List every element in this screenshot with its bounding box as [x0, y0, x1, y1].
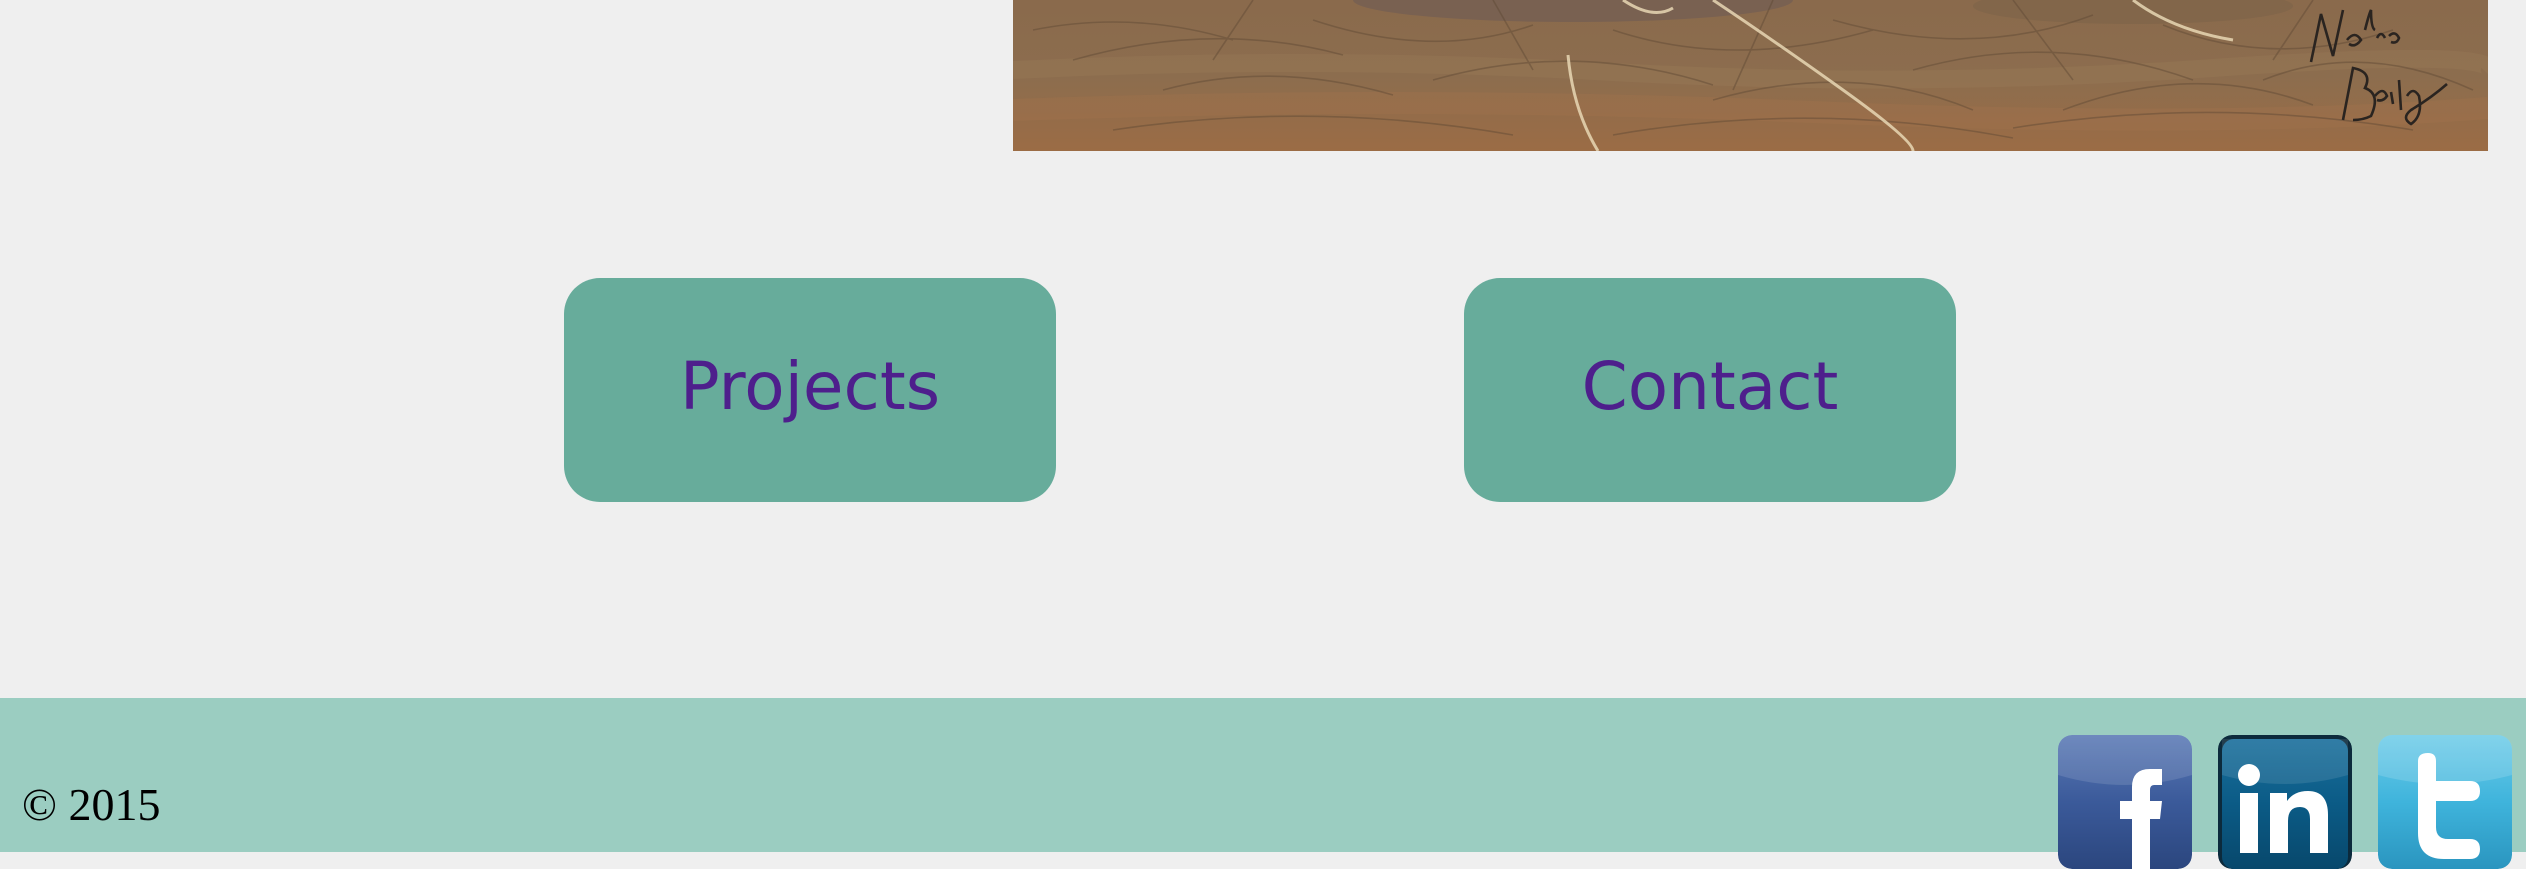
- projects-button[interactable]: Projects: [564, 278, 1056, 502]
- facebook-link[interactable]: [2058, 735, 2192, 869]
- facebook-icon: [2058, 735, 2192, 869]
- artwork-banner: [1013, 0, 2488, 151]
- copyright-text: © 2015: [22, 779, 161, 830]
- twitter-icon: [2378, 735, 2512, 869]
- linkedin-icon: [2218, 735, 2352, 869]
- contact-button[interactable]: Contact: [1464, 278, 1956, 502]
- artwork-painting: [1013, 0, 2488, 151]
- projects-button-label: Projects: [679, 348, 941, 425]
- contact-button-label: Contact: [1581, 348, 1839, 425]
- linkedin-link[interactable]: [2218, 735, 2352, 869]
- twitter-link[interactable]: [2378, 735, 2512, 869]
